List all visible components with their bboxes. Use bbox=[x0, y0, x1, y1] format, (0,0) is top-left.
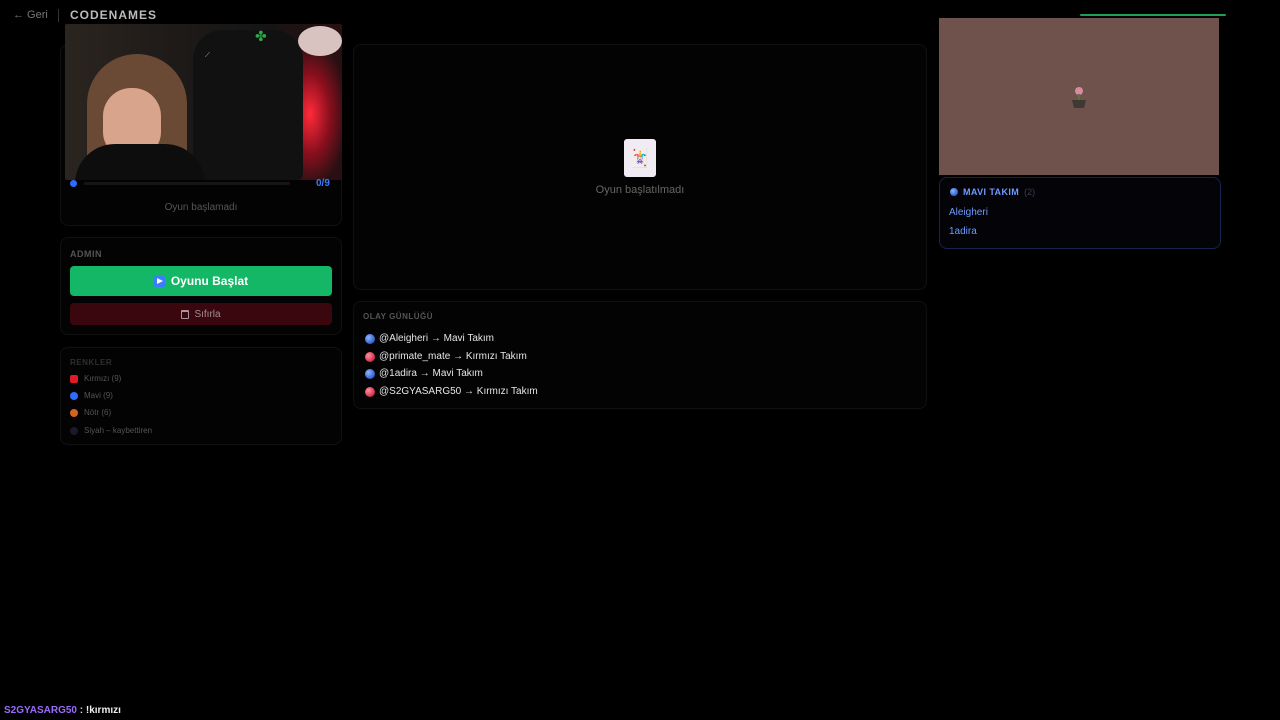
reset-button[interactable]: Sıfırla bbox=[70, 303, 332, 325]
chair-logo-icon: ⟋ bbox=[205, 52, 210, 59]
blue-team-icon bbox=[950, 188, 958, 196]
red-swatch-icon bbox=[70, 374, 78, 383]
reset-label: Sıfırla bbox=[194, 308, 221, 320]
chat-message: S2GYASARG50 : !kırmızı bbox=[4, 705, 121, 716]
log-entry: @primate_mate → Kırmızı Takım bbox=[365, 351, 527, 362]
chat-username: S2GYASARG50 bbox=[4, 705, 77, 716]
red-team-icon bbox=[365, 351, 375, 362]
game-status-text: Oyun başlamadı bbox=[164, 202, 238, 213]
chat-text: !kırmızı bbox=[85, 705, 121, 716]
color-legend-red: Kırmızı (9) bbox=[70, 374, 121, 383]
color-legend-black: Siyah – kaybettiren bbox=[70, 426, 152, 435]
color-legend-neutral: Nötr (6) bbox=[70, 408, 111, 417]
start-game-label: Oyunu Başlat bbox=[170, 274, 249, 288]
blue-team-header: MAVI TAKIM (2) bbox=[950, 187, 1035, 197]
log-entry: @1adira → Mavi Takım bbox=[365, 368, 483, 379]
board-status-text: Oyun başlatılmadı bbox=[595, 184, 685, 196]
top-accent-line bbox=[1080, 14, 1226, 16]
team-member: Aleigheri bbox=[949, 207, 988, 218]
event-log-heading: OLAY GÜNLÜĞÜ bbox=[363, 312, 434, 321]
blue-team-icon bbox=[365, 333, 375, 344]
color-legend-blue: Mavi (9) bbox=[70, 391, 113, 400]
blue-swatch-icon bbox=[70, 391, 78, 400]
webcam-feed: ⟋ ✤ bbox=[65, 24, 342, 180]
trash-icon bbox=[181, 309, 190, 319]
log-entry: @Aleigheri → Mavi Takım bbox=[365, 333, 494, 344]
page-title: CODENAMES bbox=[70, 8, 158, 22]
media-preview bbox=[939, 18, 1219, 175]
log-entry: @S2GYASARG50 → Kırmızı Takım bbox=[365, 386, 538, 397]
team-member: 1adira bbox=[949, 226, 977, 237]
start-game-button[interactable]: Oyunu Başlat bbox=[70, 266, 332, 296]
admin-heading: ADMIN bbox=[70, 249, 102, 259]
black-swatch-icon bbox=[70, 426, 78, 435]
red-team-icon bbox=[365, 386, 375, 397]
progress-indicator-dot bbox=[70, 180, 77, 187]
play-icon bbox=[153, 275, 165, 287]
plant-icon: ✤ bbox=[255, 28, 267, 44]
plant-pot-icon bbox=[1072, 87, 1086, 108]
colors-heading: RENKLER bbox=[70, 358, 113, 367]
back-link[interactable]: ← Geri bbox=[13, 9, 48, 21]
jester-icon: 🃏 bbox=[624, 139, 656, 177]
progress-bar bbox=[84, 182, 290, 185]
progress-count: 0/9 bbox=[316, 178, 330, 189]
blue-team-icon bbox=[365, 368, 375, 379]
neutral-swatch-icon bbox=[70, 408, 78, 417]
chat-separator: : bbox=[77, 705, 86, 716]
header-divider bbox=[58, 9, 59, 22]
